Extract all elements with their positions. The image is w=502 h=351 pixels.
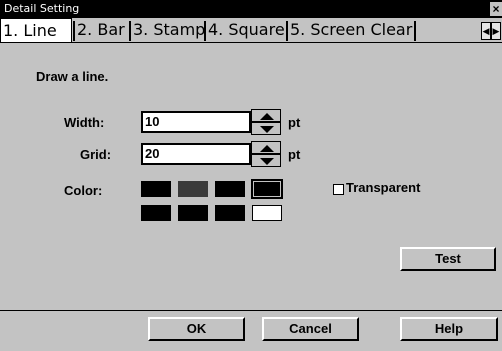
tab-divider: [73, 21, 75, 41]
tab-bar[interactable]: 2. Bar: [77, 18, 125, 42]
tab-line[interactable]: 1. Line: [0, 18, 72, 42]
grid-label: Grid:: [80, 147, 112, 162]
line-settings-panel: Draw a line. Width: 10 pt Grid: 20 pt Co…: [0, 42, 502, 311]
color-label: Color:: [64, 183, 103, 198]
color-swatch[interactable]: [141, 205, 171, 221]
transparent-label: Transparent: [346, 180, 421, 195]
dialog-footer: OK Cancel Help: [0, 310, 502, 351]
tab-square[interactable]: 4. Square: [208, 18, 285, 42]
ok-button[interactable]: OK: [148, 317, 245, 341]
cancel-button[interactable]: Cancel: [262, 317, 359, 341]
width-input[interactable]: 10: [141, 111, 251, 133]
tab-divider: [286, 21, 288, 41]
chevron-right-icon[interactable]: ▶: [491, 22, 501, 40]
color-swatch-selected[interactable]: [251, 179, 283, 199]
panel-heading: Draw a line.: [36, 69, 109, 84]
width-unit: pt: [288, 115, 301, 130]
width-decrement-button[interactable]: [251, 122, 281, 135]
tab-stamp[interactable]: 3. Stamp: [133, 18, 205, 42]
grid-input[interactable]: 20: [141, 143, 251, 165]
window-title: Detail Setting: [4, 2, 80, 15]
color-swatch[interactable]: [215, 181, 245, 197]
width-stepper[interactable]: [251, 109, 281, 135]
tab-divider: [414, 21, 416, 41]
width-label: Width:: [64, 115, 105, 130]
detail-setting-window: Detail Setting × 1. Line 2. Bar 3. Stamp…: [0, 0, 502, 350]
grid-stepper[interactable]: [251, 141, 281, 167]
color-swatch[interactable]: [178, 205, 208, 221]
color-swatch[interactable]: [252, 205, 282, 221]
color-swatch[interactable]: [215, 205, 245, 221]
chevron-left-icon[interactable]: ◀: [481, 22, 491, 40]
transparent-checkbox[interactable]: [333, 184, 344, 195]
arrow-down-icon: [260, 158, 274, 165]
arrow-up-icon: [260, 145, 274, 152]
color-swatch[interactable]: [178, 181, 208, 197]
title-bar: Detail Setting ×: [0, 0, 502, 18]
tab-divider: [204, 21, 206, 41]
grid-unit: pt: [288, 147, 301, 162]
tab-divider: [129, 21, 131, 41]
color-swatch[interactable]: [141, 181, 171, 197]
width-increment-button[interactable]: [251, 109, 281, 122]
test-button[interactable]: Test: [400, 247, 496, 271]
tab-screen-clear[interactable]: 5. Screen Clear: [290, 18, 412, 42]
tab-strip: 1. Line 2. Bar 3. Stamp 4. Square 5. Scr…: [0, 18, 502, 42]
grid-increment-button[interactable]: [251, 141, 281, 154]
close-button[interactable]: ×: [490, 2, 502, 16]
arrow-up-icon: [260, 113, 274, 120]
help-button[interactable]: Help: [400, 317, 498, 341]
arrow-down-icon: [260, 126, 274, 133]
grid-decrement-button[interactable]: [251, 154, 281, 167]
